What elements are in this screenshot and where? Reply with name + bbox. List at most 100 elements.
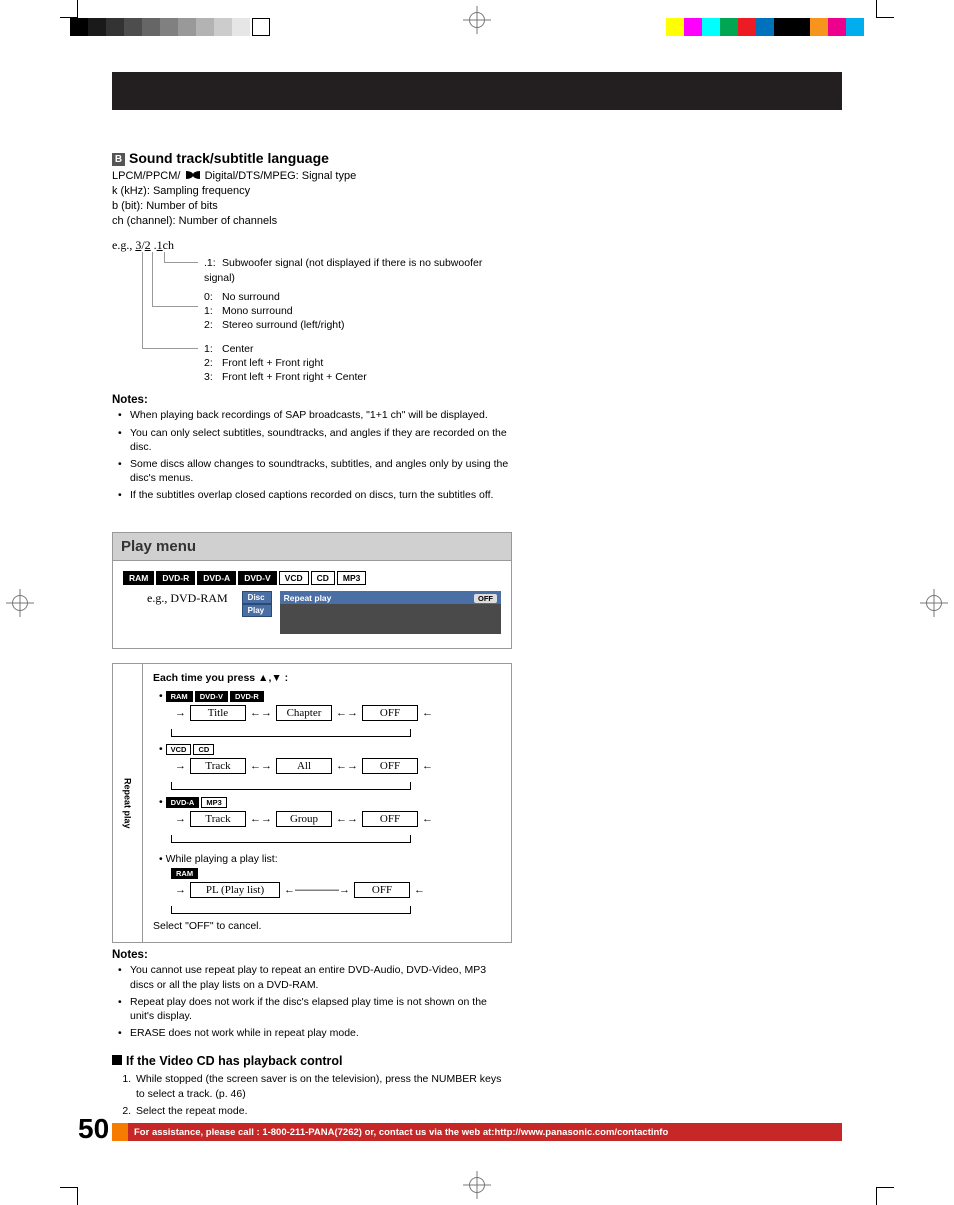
- play-menu-header: Play menu: [112, 532, 512, 561]
- registration-mark-bottom: [463, 1171, 491, 1199]
- disc-badge: DVD-A: [197, 571, 236, 585]
- swatch: [810, 18, 828, 36]
- flow-track: Track: [190, 811, 246, 827]
- swatch: [196, 18, 214, 36]
- ch-line: ch (channel): Number of channels: [112, 214, 512, 229]
- swatch: [828, 18, 846, 36]
- disc-badges: RAMDVD-RDVD-ADVD-VVCDCDMP3: [123, 571, 501, 585]
- disc-badge: CD: [311, 571, 335, 585]
- swatch: [88, 18, 106, 36]
- page-number: 50: [78, 1113, 109, 1145]
- def-surround-1: 1:Mono surround: [204, 304, 293, 318]
- repeat-play-content: Each time you press ▲,▼ : • RAMDVD-VDVD-…: [143, 664, 511, 942]
- channel-example: e.g., 3/2 .1ch .1:Subwoofer signal (not …: [112, 238, 512, 388]
- disc-badge: VCD: [279, 571, 309, 585]
- repeat-play-label: Repeat play: [284, 593, 332, 603]
- play-menu-title: Play menu: [121, 538, 503, 555]
- footer-assistance-bar: For assistance, please call : 1-800-211-…: [128, 1123, 842, 1141]
- loop-line: [171, 782, 411, 790]
- header-black-band: [112, 72, 842, 110]
- flow-off: OFF: [362, 758, 418, 774]
- flow-title: Title: [190, 705, 246, 721]
- flow-all: All: [276, 758, 332, 774]
- def-front-3: 3:Front left + Front right + Center: [204, 370, 367, 384]
- swatch: [702, 18, 720, 36]
- signal-type-line: LPCM/PPCM/ Digital/DTS/MPEG: Signal type: [112, 169, 512, 184]
- notes-list-1: When playing back recordings of SAP broa…: [112, 408, 512, 502]
- def-front-2: 2:Front left + Front right: [204, 356, 323, 370]
- note-item: You cannot use repeat play to repeat an …: [122, 963, 512, 991]
- swatch: [142, 18, 160, 36]
- flow-track: Track: [190, 758, 246, 774]
- disc-badge: RAM: [166, 691, 193, 702]
- play-pill: Play: [242, 604, 272, 617]
- swatch: [124, 18, 142, 36]
- while-playing-label: • While playing a play list:: [159, 853, 501, 865]
- flow-off: OFF: [354, 882, 410, 898]
- tree-line: [164, 262, 198, 263]
- tree-line: [142, 252, 143, 348]
- note-item: If the subtitles overlap closed captions…: [122, 488, 512, 502]
- disc-badge: DVD-V: [238, 571, 276, 585]
- notes-title-1: Notes:: [112, 394, 512, 406]
- badge-row-4: RAM: [159, 867, 501, 879]
- badge-row-2: • VCDCD: [159, 743, 501, 755]
- bit-line: b (bit): Number of bits: [112, 199, 512, 214]
- flow-row-2: →Track ←→All ←→OFF←: [171, 758, 501, 774]
- play-menu-section: Play menu RAMDVD-RDVD-ADVD-VVCDCDMP3 e.g…: [112, 532, 512, 1118]
- swatch: [756, 18, 774, 36]
- notes-title-2: Notes:: [112, 949, 512, 961]
- khz-line: k (kHz): Sampling frequency: [112, 184, 512, 199]
- note-item: When playing back recordings of SAP broa…: [122, 408, 512, 422]
- disc-play-stack: Disc Play: [242, 591, 272, 617]
- disc-badge: DVD-A: [166, 797, 200, 808]
- disc-pill: Disc: [242, 591, 272, 604]
- note-item: Some discs allow changes to soundtracks,…: [122, 457, 512, 485]
- repeat-play-box: Repeat play Each time you press ▲,▼ : • …: [112, 663, 512, 943]
- def-subwoofer: .1:Subwoofer signal (not displayed if th…: [204, 256, 512, 284]
- swatch: [70, 18, 88, 36]
- def-front-1: 1:Center: [204, 342, 254, 356]
- tree-line: [152, 252, 153, 306]
- footer-text: For assistance, please call : 1-800-211-…: [134, 1127, 668, 1138]
- vcd-steps: While stopped (the screen saver is on th…: [134, 1072, 512, 1118]
- disc-badge: DVD-R: [230, 691, 264, 702]
- loop-line: [171, 729, 411, 737]
- disc-badge: DVD-R: [156, 571, 195, 585]
- flow-off: OFF: [362, 705, 418, 721]
- swatch: [720, 18, 738, 36]
- vcd-step-1: While stopped (the screen saver is on th…: [134, 1072, 512, 1101]
- disc-badge: MP3: [201, 797, 226, 808]
- tree-line: [164, 252, 165, 262]
- swatch: [846, 18, 864, 36]
- crop-mark-tr: [876, 0, 894, 18]
- disc-badge: DVD-V: [195, 691, 228, 702]
- registration-mark-left: [6, 589, 34, 617]
- cancel-line: Select "OFF" to cancel.: [153, 920, 501, 932]
- example-row: e.g., DVD-RAM Disc Play Repeat play OFF: [147, 591, 501, 634]
- def-surround-0: 0:No surround: [204, 290, 280, 304]
- vcd-step-2: Select the repeat mode.: [134, 1104, 512, 1119]
- repeat-column: Repeat play OFF: [280, 591, 501, 634]
- disc-badge: RAM: [123, 571, 154, 585]
- repeat-play-side-label: Repeat play: [113, 664, 143, 942]
- eg-label: e.g., 3/2 .1ch: [112, 238, 174, 253]
- tree-line: [152, 306, 198, 307]
- disc-badge: RAM: [171, 868, 198, 879]
- swatch: [684, 18, 702, 36]
- disc-badge: VCD: [166, 744, 192, 755]
- eg-dvd-ram: e.g., DVD-RAM: [147, 591, 228, 606]
- dark-strip: [280, 604, 501, 634]
- swatch: [666, 18, 684, 36]
- crop-mark-bl: [60, 1187, 78, 1205]
- swatch: [738, 18, 756, 36]
- flow-group: Group: [276, 811, 332, 827]
- grayscale-swatches: [70, 18, 250, 36]
- flow-off: OFF: [362, 811, 418, 827]
- registration-mark-top: [463, 6, 491, 34]
- badge-row-1: • RAMDVD-VDVD-R: [159, 690, 501, 702]
- dolby-icon: [186, 171, 200, 179]
- disc-badge: MP3: [337, 571, 366, 585]
- each-time-line: Each time you press ▲,▼ :: [153, 672, 501, 684]
- tree-line: [142, 348, 198, 349]
